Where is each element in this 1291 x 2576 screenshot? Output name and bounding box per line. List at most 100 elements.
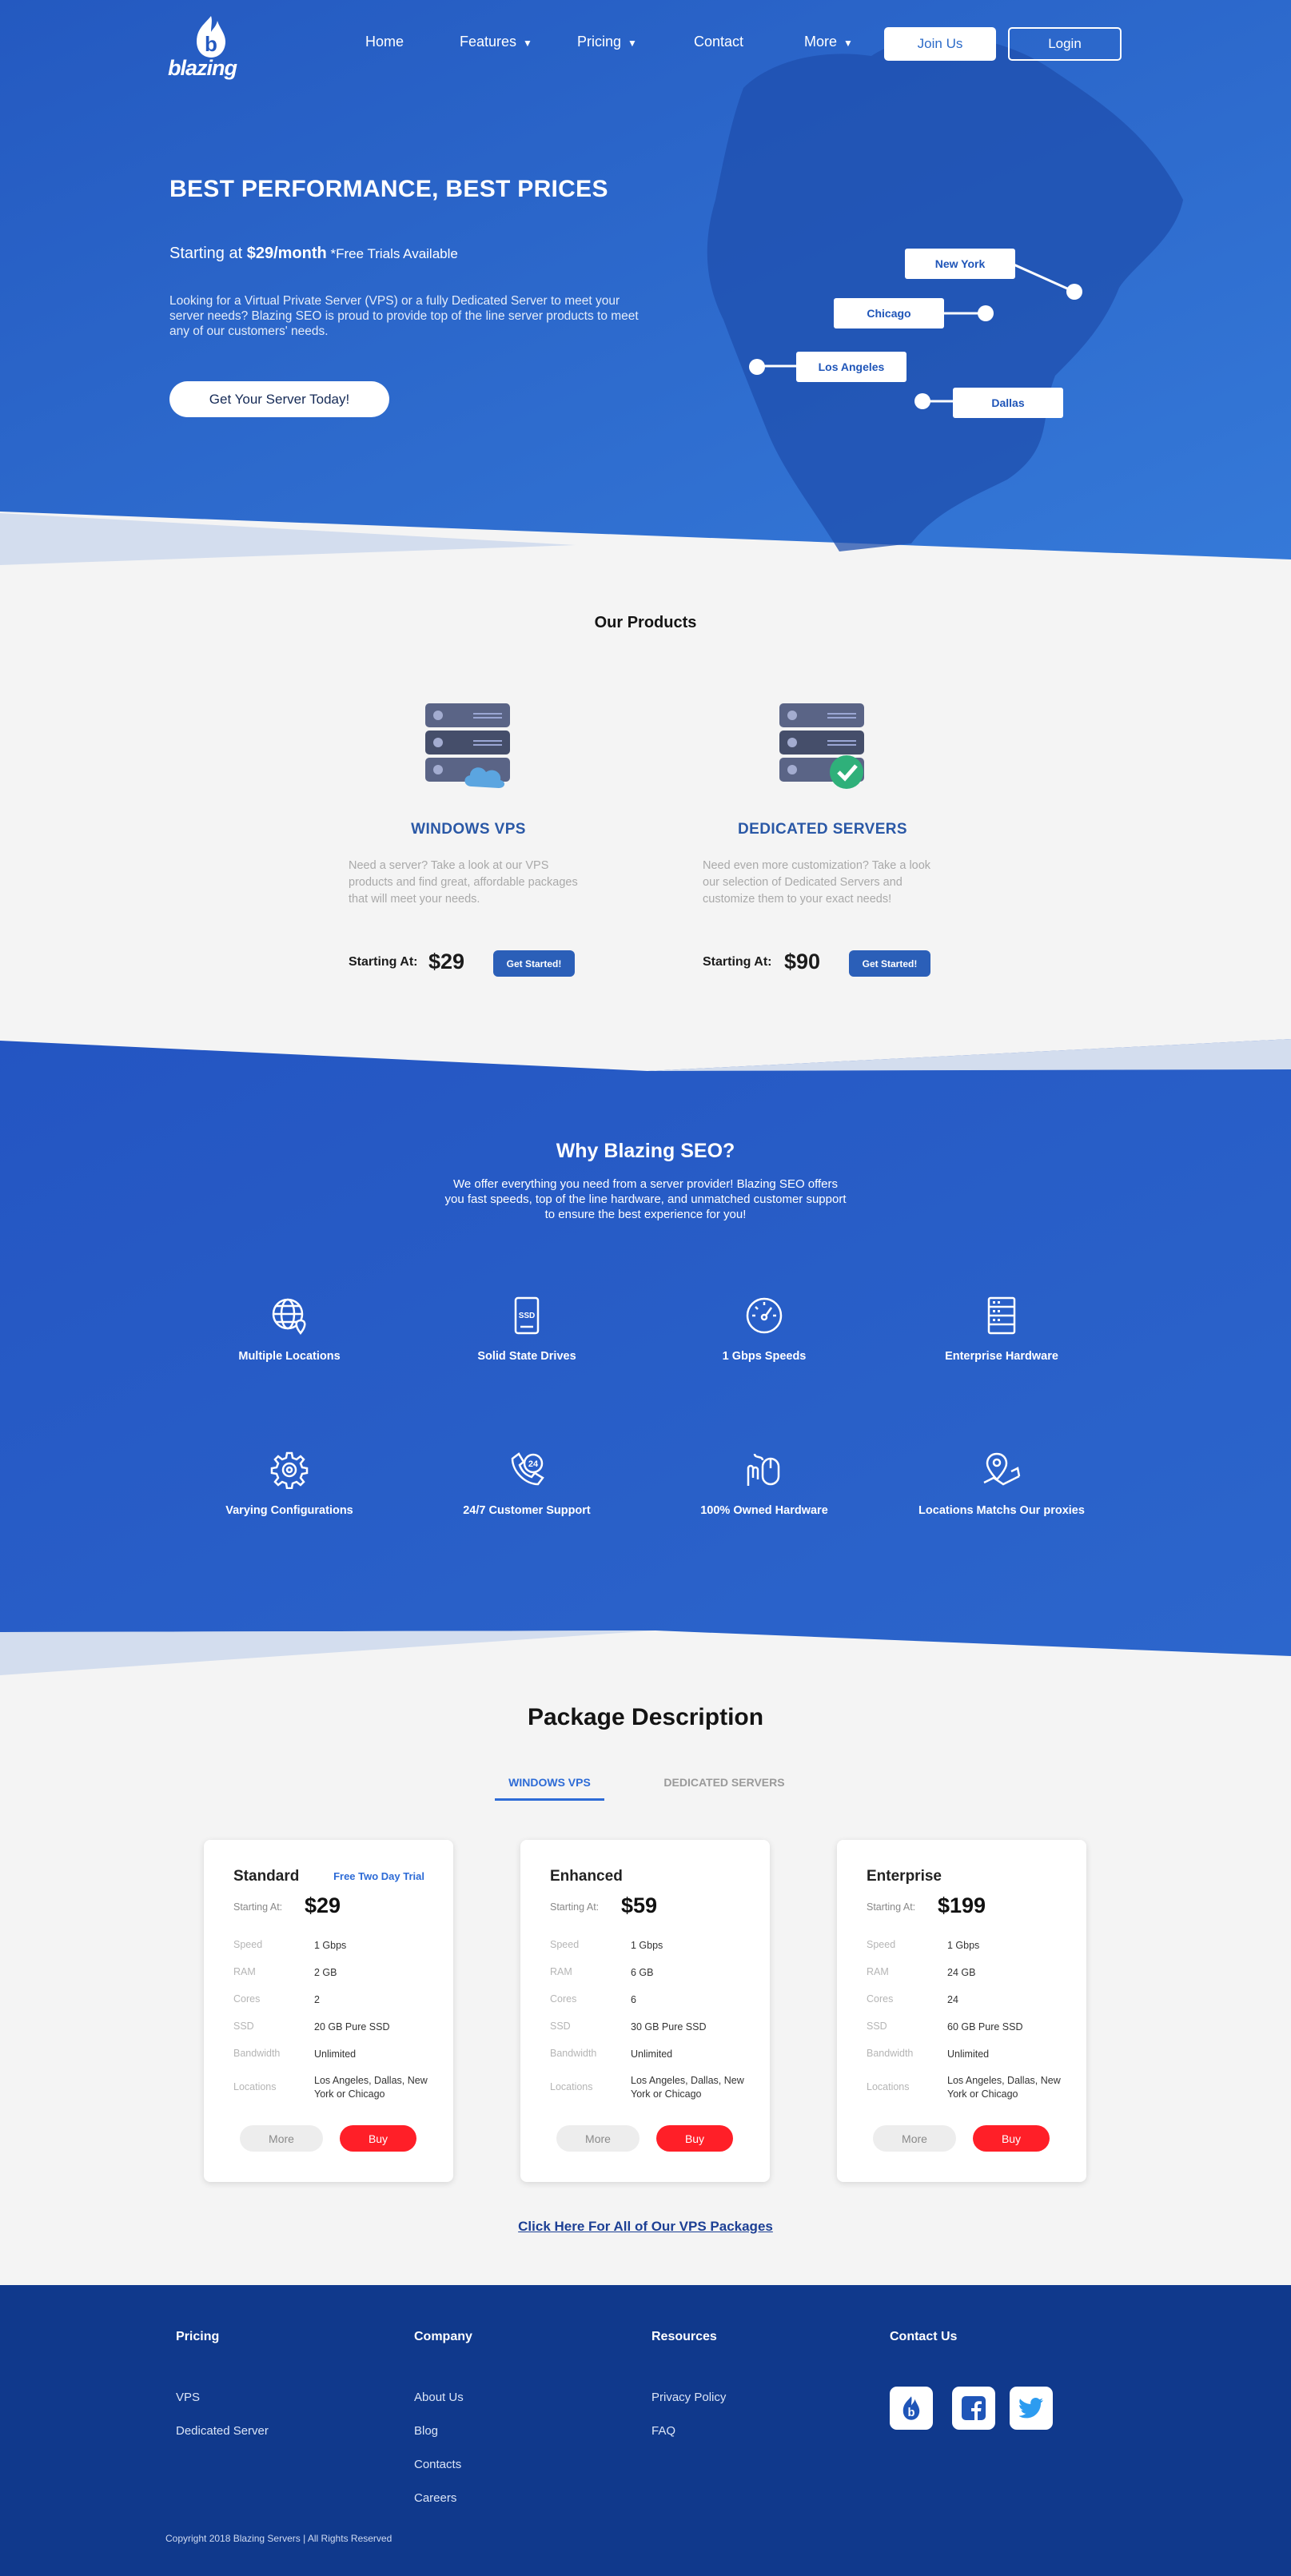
footer: Pricing VPS Dedicated Server Company Abo…	[0, 2285, 1291, 2576]
product-starting-label: Starting At:	[349, 955, 418, 969]
twitter-bird	[1019, 2398, 1043, 2419]
why-description: We offer everything you need from a serv…	[444, 1177, 847, 1221]
spec-value: 30 GB Pure SSD	[631, 2021, 707, 2033]
footer-link-about-us[interactable]: About Us	[414, 2391, 464, 2404]
more-button[interactable]: More	[240, 2125, 323, 2152]
feature-locations-match-proxies: Locations Matchs Our proxies	[882, 1451, 1122, 1517]
footer-heading-company: Company	[414, 2330, 472, 2343]
hand-mouse-icon	[747, 1453, 780, 1486]
get-started-button[interactable]: Get Started!	[849, 950, 930, 977]
svg-text:b: b	[205, 32, 217, 56]
nav-features-label: Features	[460, 34, 517, 50]
ssd-icon: SSD	[514, 1296, 540, 1335]
ssd-icon-text: SSD	[519, 1312, 536, 1320]
spec-label: RAM	[550, 1966, 572, 1977]
gear-icon	[270, 1451, 309, 1490]
spec-label: Cores	[550, 1993, 577, 2005]
copyright: Copyright 2018 Blazing Servers | All Rig…	[165, 2533, 392, 2544]
product-name-dedicated-servers: DEDICATED SERVERS	[738, 821, 907, 838]
spec-value: 6 GB	[631, 1967, 654, 1978]
join-us-button[interactable]: Join Us	[884, 27, 996, 61]
spec-value: Unlimited	[631, 2048, 673, 2060]
nav-more-label: More	[804, 34, 838, 50]
footer-link-blog[interactable]: Blog	[414, 2424, 438, 2438]
footer-link-vps[interactable]: VPS	[176, 2391, 200, 2404]
server-cloud-icon	[425, 703, 510, 788]
spec-value: 1 Gbps	[947, 1940, 980, 1951]
city-dot-new-york	[1066, 284, 1082, 300]
package-starting-label: Starting At:	[867, 1901, 916, 1913]
nav-pricing[interactable]: Pricing ▼	[577, 34, 637, 50]
city-dot-los-angeles	[749, 359, 765, 375]
spec-label: RAM	[233, 1966, 256, 1977]
server-check-icon	[779, 703, 864, 789]
feature-label: 1 Gbps Speeds	[722, 1350, 807, 1363]
flame-logo-icon: b	[903, 2396, 920, 2420]
spec-value: 60 GB Pure SSD	[947, 2021, 1023, 2033]
package-starting-label: Starting At:	[233, 1901, 283, 1913]
nav-more[interactable]: More ▼	[804, 34, 853, 50]
footer-link-careers[interactable]: Careers	[414, 2491, 456, 2505]
spec-label: SSD	[867, 2021, 887, 2032]
get-server-button[interactable]: Get Your Server Today!	[169, 381, 389, 417]
chevron-down-icon: ▼	[523, 38, 532, 49]
city-label-chicago: Chicago	[834, 298, 944, 328]
feature-label: Solid State Drives	[477, 1350, 576, 1363]
buy-button[interactable]: Buy	[973, 2125, 1050, 2152]
facebook-logo	[962, 2396, 986, 2420]
nav-features[interactable]: Features ▼	[460, 34, 532, 50]
spec-label: RAM	[867, 1966, 889, 1977]
login-button[interactable]: Login	[1008, 27, 1122, 61]
city-label-dallas: Dallas	[953, 388, 1063, 418]
flame-logo-icon: b	[197, 16, 225, 58]
brand-logo[interactable]: b blazing	[168, 14, 244, 80]
more-button[interactable]: More	[556, 2125, 640, 2152]
spec-value: Los Angeles, Dallas, New York or Chicago	[631, 2075, 744, 2100]
city-dot-chicago	[978, 305, 994, 321]
package-name: Enhanced	[550, 1868, 623, 1885]
spec-value: Los Angeles, Dallas, New York or Chicago	[314, 2075, 428, 2100]
map-pin-icon	[983, 1452, 1021, 1486]
svg-text:b: b	[908, 2407, 915, 2419]
product-price: $29	[428, 950, 465, 973]
footer-heading-contact-us: Contact Us	[890, 2330, 958, 2343]
product-price: $90	[784, 950, 821, 973]
spec-value: Unlimited	[314, 2048, 357, 2060]
blazing-logo-icon[interactable]: b	[890, 2387, 933, 2430]
buy-button[interactable]: Buy	[656, 2125, 733, 2152]
speedometer-icon	[746, 1297, 783, 1334]
package-name: Enterprise	[867, 1868, 942, 1885]
tab-windows-vps[interactable]: WINDOWS VPS	[495, 1776, 604, 1789]
feature-label: 24/7 Customer Support	[463, 1504, 591, 1517]
footer-link-dedicated-server[interactable]: Dedicated Server	[176, 2424, 269, 2438]
brand-name: blazing	[168, 56, 237, 80]
package-price: $29	[305, 1893, 341, 1917]
server-rack-icon	[987, 1296, 1016, 1335]
get-started-button[interactable]: Get Started!	[493, 950, 575, 977]
product-starting-label: Starting At:	[703, 955, 772, 969]
feature-label: Varying Configurations	[225, 1504, 353, 1517]
hero-price: $29/month	[246, 245, 327, 262]
spec-label: Cores	[233, 1993, 261, 2005]
hero-title: BEST PERFORMANCE, BEST PRICES	[169, 176, 608, 202]
nav-pricing-label: Pricing	[577, 34, 622, 50]
spec-value: Unlimited	[947, 2048, 990, 2060]
facebook-icon[interactable]	[952, 2387, 995, 2430]
nav-home[interactable]: Home	[365, 34, 404, 50]
all-vps-packages-link[interactable]: Click Here For All of Our VPS Packages	[0, 2219, 1291, 2235]
spec-label: Locations	[550, 2081, 593, 2092]
footer-link-privacy-policy[interactable]: Privacy Policy	[651, 2391, 726, 2404]
spec-label: SSD	[550, 2021, 571, 2032]
product-name-windows-vps: WINDOWS VPS	[411, 821, 526, 838]
footer-link-contacts[interactable]: Contacts	[414, 2458, 461, 2471]
spec-value: 1 Gbps	[631, 1940, 663, 1951]
buy-button[interactable]: Buy	[340, 2125, 416, 2152]
spec-value: 2 GB	[314, 1967, 337, 1978]
twitter-icon[interactable]	[1010, 2387, 1053, 2430]
more-button[interactable]: More	[873, 2125, 956, 2152]
chevron-down-icon: ▼	[628, 38, 637, 49]
nav-contact[interactable]: Contact	[694, 34, 743, 50]
spec-label: SSD	[233, 2021, 254, 2032]
footer-link-faq[interactable]: FAQ	[651, 2424, 675, 2438]
tab-dedicated-servers[interactable]: DEDICATED SERVERS	[655, 1776, 793, 1789]
